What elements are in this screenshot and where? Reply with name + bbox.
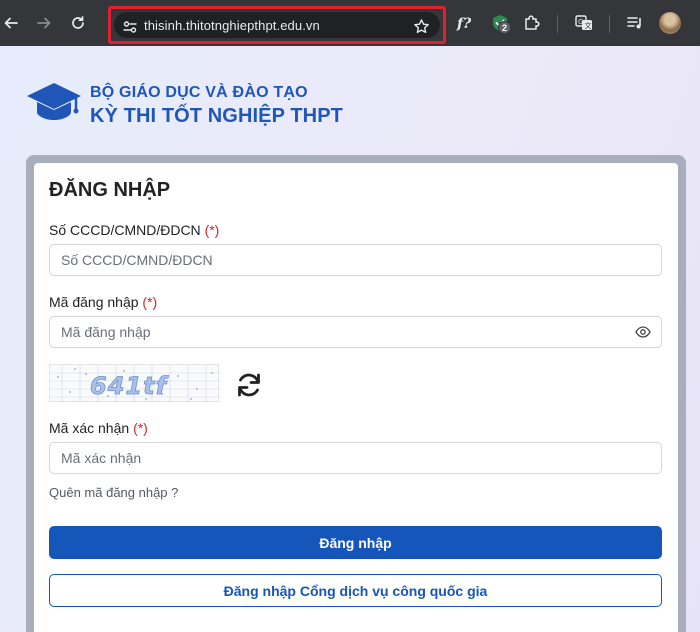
verify-placeholder: Mã xác nhận <box>61 450 142 466</box>
captcha-text: 641tf <box>90 372 169 400</box>
login-code-label-text: Mã đăng nhập <box>49 294 139 310</box>
login-code-placeholder: Mã đăng nhập <box>61 324 151 340</box>
shield-extension-icon[interactable]: 2 <box>488 11 512 35</box>
exam-title: KỲ THI TỐT NGHIỆP THPT <box>90 105 343 127</box>
required-mark: (*) <box>204 222 220 238</box>
media-queue-icon[interactable] <box>624 11 646 35</box>
eye-icon[interactable] <box>635 325 651 342</box>
extensions-puzzle-icon[interactable] <box>522 11 542 35</box>
login-code-label: Mã đăng nhập (*) <box>49 294 157 310</box>
verify-code-label: Mã xác nhận (*) <box>49 420 148 436</box>
graduation-cap-icon <box>24 80 84 127</box>
login-title: ĐĂNG NHẬP <box>49 179 171 201</box>
address-bar[interactable]: thisinh.thitotnghiepthpt.edu.vn <box>114 12 440 38</box>
profile-avatar[interactable] <box>659 12 681 34</box>
verify-label-text: Mã xác nhận <box>49 420 130 436</box>
login-code-input[interactable]: Mã đăng nhập <box>49 316 662 348</box>
required-mark: (*) <box>142 294 158 310</box>
page-content: BỘ GIÁO DỤC VÀ ĐÀO TẠO KỲ THI TỐT NGHIỆP… <box>0 46 700 632</box>
svg-text:G: G <box>578 18 583 26</box>
extension-badge: 2 <box>498 21 511 34</box>
url-text[interactable]: thisinh.thitotnghiepthpt.edu.vn <box>144 18 320 33</box>
id-placeholder: Số CCCD/CMND/ĐDCN <box>61 252 213 268</box>
agency-name: BỘ GIÁO DỤC VÀ ĐÀO TẠO <box>90 84 308 101</box>
refresh-captcha-icon[interactable] <box>234 370 264 400</box>
bookmark-star-icon[interactable] <box>413 18 430 40</box>
toolbar-divider <box>557 15 558 33</box>
verify-code-input[interactable]: Mã xác nhận <box>49 442 662 474</box>
login-button[interactable]: Đăng nhập <box>49 526 662 559</box>
reload-icon[interactable] <box>67 12 89 34</box>
address-bar-highlight: thisinh.thitotnghiepthpt.edu.vn <box>108 6 446 44</box>
forgot-login-code-link[interactable]: Quên mã đăng nhập ? <box>49 485 178 500</box>
browser-toolbar: thisinh.thitotnghiepthpt.edu.vn f? 2 G文 <box>0 0 700 46</box>
back-icon[interactable] <box>0 12 22 34</box>
translate-icon[interactable]: G文 <box>573 11 595 35</box>
login-card: ĐĂNG NHẬP Số CCCD/CMND/ĐDCN (*) Số CCCD/… <box>34 163 678 632</box>
svg-text:文: 文 <box>585 21 592 30</box>
national-portal-login-button[interactable]: Đăng nhập Cổng dịch vụ công quốc gia <box>49 574 662 607</box>
site-info-icon[interactable] <box>122 19 138 40</box>
forward-icon[interactable] <box>33 12 55 34</box>
svg-text:f?: f? <box>456 16 472 32</box>
toolbar-divider <box>609 15 610 33</box>
id-number-input[interactable]: Số CCCD/CMND/ĐDCN <box>49 244 662 276</box>
id-label-text: Số CCCD/CMND/ĐDCN <box>49 222 201 238</box>
captcha-image: 641tf <box>49 364 220 403</box>
id-label: Số CCCD/CMND/ĐDCN (*) <box>49 222 219 238</box>
required-mark: (*) <box>133 420 148 436</box>
fonts-extension-icon[interactable]: f? <box>455 11 475 35</box>
